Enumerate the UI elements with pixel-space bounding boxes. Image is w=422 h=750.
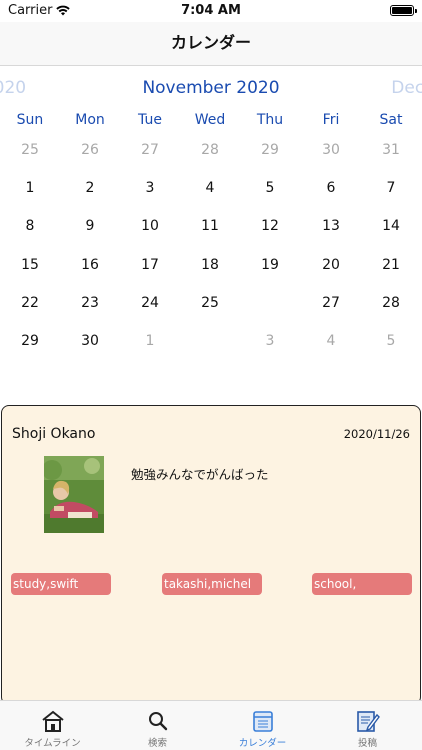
calendar-day[interactable]: 28 (371, 287, 411, 319)
calendar-day[interactable]: 1 (10, 172, 50, 204)
calendar-day[interactable]: 18 (190, 249, 230, 281)
calendar-day[interactable]: 10 (130, 210, 170, 242)
tab-label: カレンダー (238, 738, 287, 749)
calendar-day[interactable]: 28 (190, 134, 230, 166)
weekday-sun: Sun (16, 112, 44, 128)
calendar-day[interactable]: 4 (311, 325, 351, 357)
calendar-day[interactable]: 27 (311, 287, 351, 319)
calendar-day[interactable]: 2 (190, 325, 230, 357)
page-title: カレンダー (170, 33, 251, 52)
tab-label: タイムライン (24, 738, 81, 749)
tab-label: 投稿 (357, 738, 377, 749)
tab-post[interactable]: 投稿 (315, 701, 420, 750)
weekday-mon: Mon (75, 112, 105, 128)
calendar-day[interactable]: 26 (70, 134, 110, 166)
weekday-thu: Thu (256, 112, 284, 128)
calendar-day[interactable]: 17 (130, 249, 170, 281)
calendar-day[interactable]: 29 (250, 134, 290, 166)
calendar-day[interactable]: 30 (311, 134, 351, 166)
calendar-day[interactable]: 27 (130, 134, 170, 166)
calendar-day[interactable]: 13 (311, 210, 351, 242)
current-month-label: November 2020 (142, 78, 280, 98)
calendar-day[interactable]: 5 (250, 172, 290, 204)
calendar-icon (253, 711, 273, 732)
status-time: 7:04 AM (181, 3, 241, 18)
weekday-sat: Sat (379, 112, 403, 128)
tag-chip[interactable]: takashi,michel (162, 573, 262, 595)
weekday-tue: Tue (138, 112, 162, 128)
post-photo[interactable] (44, 456, 104, 533)
calendar-day[interactable]: 29 (10, 325, 50, 357)
status-bar: Carrier 7:04 AM (0, 0, 422, 22)
calendar-day[interactable]: 26 (250, 286, 290, 319)
calendar-day[interactable]: 21 (371, 249, 411, 281)
tab-calendar[interactable]: カレンダー (210, 701, 315, 750)
tag-chip[interactable]: study,swift (11, 573, 111, 595)
calendar: er 2020 November 2020 Decemb Sun Mon Tue… (0, 66, 422, 396)
tab-label: 検索 (147, 738, 167, 749)
tab-timeline[interactable]: タイムライン (0, 701, 105, 750)
calendar-day[interactable]: 16 (70, 249, 110, 281)
next-month-label[interactable]: Decemb (391, 78, 422, 98)
calendar-day[interactable]: 9 (70, 210, 110, 242)
calendar-day[interactable]: 23 (70, 287, 110, 319)
battery-icon (390, 5, 417, 16)
tag-chip[interactable]: school, (312, 573, 412, 595)
calendar-day[interactable]: 2 (70, 172, 110, 204)
battery-fill (392, 7, 412, 14)
tab-search[interactable]: 検索 (105, 701, 210, 750)
calendar-day[interactable]: 25 (10, 134, 50, 166)
weekday-fri: Fri (322, 112, 340, 128)
calendar-day[interactable]: 6 (311, 172, 351, 204)
post-text: 勉強みんなでがんばった (131, 467, 269, 482)
calendar-day[interactable]: 22 (10, 287, 50, 319)
calendar-day[interactable]: 14 (371, 210, 411, 242)
calendar-day[interactable]: 24 (130, 287, 170, 319)
calendar-day[interactable]: 7 (371, 172, 411, 204)
calendar-day[interactable]: 30 (70, 325, 110, 357)
calendar-day[interactable]: 3 (250, 325, 290, 357)
calendar-day[interactable]: 5 (371, 325, 411, 357)
post-card[interactable]: Shoji Okano 2020/11/26 勉強みんなでがんばった study… (1, 405, 421, 705)
post-date: 2020/11/26 (343, 427, 410, 441)
calendar-day[interactable]: 31 (371, 134, 411, 166)
calendar-day[interactable]: 8 (10, 210, 50, 242)
calendar-day[interactable]: 4 (190, 172, 230, 204)
calendar-day[interactable]: 25 (190, 287, 230, 319)
calendar-day[interactable]: 19 (250, 249, 290, 281)
month-header[interactable]: er 2020 November 2020 Decemb (0, 76, 422, 102)
post-author: Shoji Okano (12, 426, 96, 442)
calendar-day[interactable]: 1 (130, 325, 170, 357)
calendar-day[interactable]: 12 (250, 210, 290, 242)
weekday-wed: Wed (194, 112, 226, 128)
photo-child-on-grass-icon (44, 456, 104, 533)
calendar-day[interactable]: 11 (190, 210, 230, 242)
calendar-day[interactable]: 15 (10, 249, 50, 281)
calendar-day[interactable]: 3 (130, 172, 170, 204)
home-icon (42, 710, 64, 732)
navigation-bar: カレンダー (0, 22, 422, 66)
calendar-day[interactable]: 20 (311, 249, 351, 281)
tab-bar: タイムライン 検索 カレンダー 投稿 (0, 700, 422, 750)
compose-icon (357, 711, 380, 732)
weekday-row: Sun Mon Tue Wed Thu Fri Sat (0, 110, 422, 132)
search-icon (149, 712, 168, 731)
